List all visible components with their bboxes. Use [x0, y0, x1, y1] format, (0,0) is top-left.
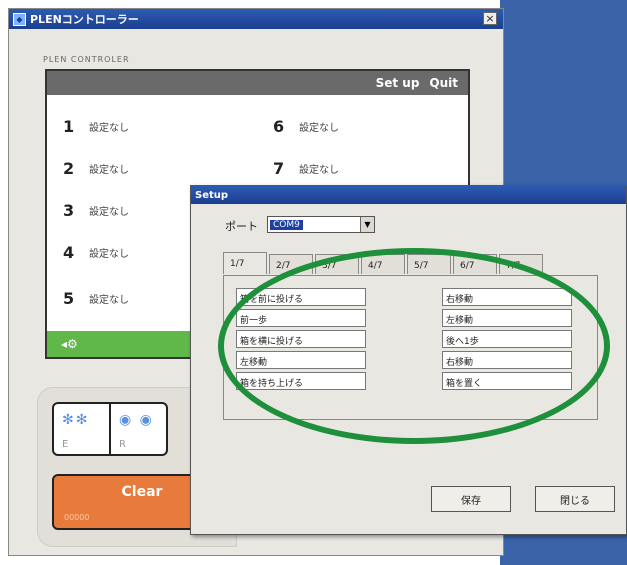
slot-number: 4 — [63, 243, 75, 262]
toggle-r[interactable]: ◉ ◉ R — [111, 404, 166, 454]
slot-label: 設定なし — [89, 165, 129, 176]
toggle-letter: R — [119, 439, 126, 450]
tab-4[interactable]: 4/7 — [361, 254, 405, 274]
quit-button[interactable]: Quit — [429, 76, 458, 90]
target-icon: ◉ ◉ — [119, 412, 154, 428]
port-value: COM9 — [270, 219, 303, 230]
slot-number: 6 — [273, 117, 285, 136]
motion-field-10[interactable]: 箱を置く — [442, 372, 572, 390]
tab-5[interactable]: 5/7 — [407, 254, 451, 274]
slot-2[interactable]: 2 設定なし — [63, 159, 129, 178]
prev-arrow-icon[interactable]: ◂⚙ — [61, 337, 78, 351]
panel-header: Set up Quit — [47, 71, 468, 95]
app-icon: ◆ — [13, 12, 26, 26]
slot-number: 7 — [273, 159, 285, 178]
tab-6[interactable]: 6/7 — [453, 254, 497, 274]
tab-3[interactable]: 3/7 — [315, 254, 359, 274]
window-title: PLENコントローラー — [30, 13, 139, 26]
clear-sub-label: 00000 — [64, 513, 90, 522]
motion-field-8[interactable]: 後へ1歩 — [442, 330, 572, 348]
slot-4[interactable]: 4 設定なし — [63, 243, 129, 262]
slot-label: 設定なし — [89, 123, 129, 134]
motion-field-2[interactable]: 前一歩 — [236, 309, 366, 327]
setup-titlebar: Setup — [191, 186, 626, 204]
gear-icon: ✻✻ — [62, 412, 90, 428]
toggle-letter: E — [62, 439, 69, 450]
slot-5[interactable]: 5 設定なし — [63, 289, 129, 308]
close-window-button[interactable]: × — [483, 12, 497, 25]
slot-label: 設定なし — [299, 165, 339, 176]
main-titlebar: ◆ PLENコントローラー — [9, 9, 503, 29]
slot-label: 設定なし — [299, 123, 339, 134]
port-select[interactable]: COM9 ▼ — [267, 216, 375, 233]
motion-field-3[interactable]: 箱を横に投げる — [236, 330, 366, 348]
slot-1[interactable]: 1 設定なし — [63, 117, 129, 136]
slot-number: 3 — [63, 201, 75, 220]
slot-label: 設定なし — [89, 249, 129, 260]
motion-field-7[interactable]: 左移動 — [442, 309, 572, 327]
save-button[interactable]: 保存 — [431, 486, 511, 512]
app-label: PLEN CONTROLER — [43, 55, 130, 64]
motion-field-1[interactable]: 箱を前に投げる — [236, 288, 366, 306]
setup-button[interactable]: Set up — [376, 76, 420, 90]
slot-6[interactable]: 6 設定なし — [273, 117, 339, 136]
slot-number: 5 — [63, 289, 75, 308]
slot-7[interactable]: 7 設定なし — [273, 159, 339, 178]
motion-field-6[interactable]: 右移動 — [442, 288, 572, 306]
setup-dialog: Setup ポート COM9 ▼ 1/7 2/7 3/7 4/7 5/7 6/7… — [190, 185, 627, 535]
port-label: ポート — [225, 220, 258, 233]
motion-field-5[interactable]: 箱を持ち上げる — [236, 372, 366, 390]
page-tabs: 1/7 2/7 3/7 4/7 5/7 6/7 7/7 — [223, 252, 545, 274]
toggle-e[interactable]: ✻✻ E — [54, 404, 111, 454]
tab-panel: 箱を前に投げる 前一歩 箱を横に投げる 左移動 箱を持ち上げる 右移動 左移動 … — [223, 275, 598, 420]
close-button[interactable]: 閉じる — [535, 486, 615, 512]
slot-number: 2 — [63, 159, 75, 178]
slot-label: 設定なし — [89, 295, 129, 306]
tab-2[interactable]: 2/7 — [269, 254, 313, 274]
motion-field-4[interactable]: 左移動 — [236, 351, 366, 369]
slot-label: 設定なし — [89, 207, 129, 218]
tab-1[interactable]: 1/7 — [223, 252, 267, 274]
tab-7[interactable]: 7/7 — [499, 254, 543, 274]
motion-field-9[interactable]: 右移動 — [442, 351, 572, 369]
slot-number: 1 — [63, 117, 75, 136]
chevron-down-icon[interactable]: ▼ — [360, 217, 374, 232]
slot-3[interactable]: 3 設定なし — [63, 201, 129, 220]
mode-toggle-group: ✻✻ E ◉ ◉ R — [52, 402, 168, 456]
